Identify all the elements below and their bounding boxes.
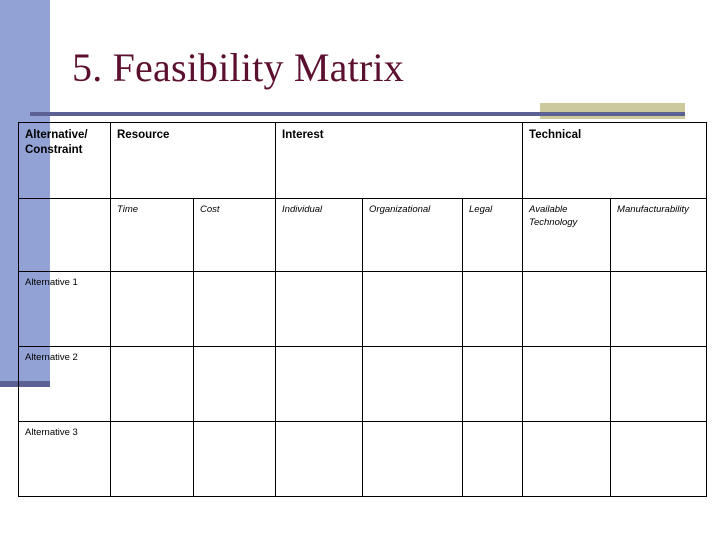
- cell-alt1-available-technology[interactable]: [522, 271, 612, 347]
- row-label-alternative-2: Alternative 2: [18, 346, 111, 422]
- group-header-alternative-constraint: Alternative/ Constraint: [18, 122, 111, 199]
- table-row: Alternative 2: [18, 346, 708, 422]
- sub-header-available-technology: Available Technology: [522, 198, 612, 272]
- cell-alt2-available-technology[interactable]: [522, 346, 612, 422]
- cell-alt3-individual[interactable]: [275, 421, 364, 497]
- sub-header-individual: Individual: [275, 198, 364, 272]
- sub-header-available-technology-line1: Available: [529, 204, 568, 215]
- group-header-resource: Resource: [109, 122, 277, 199]
- cell-alt2-legal[interactable]: [462, 346, 524, 422]
- group-header-line2: Constraint: [25, 143, 83, 156]
- sub-header-cost: Cost: [192, 198, 277, 272]
- decorative-title-rule: [30, 112, 685, 116]
- cell-alt3-time[interactable]: [110, 421, 194, 497]
- cell-alt1-cost[interactable]: [192, 271, 277, 347]
- feasibility-matrix-table: Alternative/ Constraint Resource Interes…: [18, 122, 708, 497]
- cell-alt1-manufacturability[interactable]: [610, 271, 708, 347]
- cell-alt2-time[interactable]: [110, 346, 194, 422]
- sub-header-blank: [18, 198, 111, 272]
- cell-alt2-manufacturability[interactable]: [610, 346, 708, 422]
- sub-header-manufacturability: Manufacturability: [610, 198, 708, 272]
- sub-header-organizational: Organizational: [362, 198, 464, 272]
- cell-alt1-time[interactable]: [110, 271, 194, 347]
- table-row: Alternative 1: [18, 271, 708, 347]
- row-label-alternative-1: Alternative 1: [18, 271, 111, 347]
- cell-alt1-individual[interactable]: [275, 271, 364, 347]
- row-label-alternative-3: Alternative 3: [18, 421, 111, 497]
- cell-alt3-available-technology[interactable]: [522, 421, 612, 497]
- cell-alt3-legal[interactable]: [462, 421, 524, 497]
- cell-alt3-organizational[interactable]: [362, 421, 464, 497]
- cell-alt1-organizational[interactable]: [362, 271, 464, 347]
- table-row: Alternative 3: [18, 421, 708, 497]
- cell-alt2-cost[interactable]: [192, 346, 277, 422]
- cell-alt2-organizational[interactable]: [362, 346, 464, 422]
- table-group-header-row: Alternative/ Constraint Resource Interes…: [18, 122, 708, 199]
- sub-header-time: Time: [110, 198, 194, 272]
- group-header-line1: Alternative/: [25, 129, 88, 141]
- cell-alt2-individual[interactable]: [275, 346, 364, 422]
- sub-header-available-technology-line2: Technology: [529, 216, 578, 228]
- group-header-interest: Interest: [275, 122, 524, 199]
- cell-alt3-cost[interactable]: [192, 421, 277, 497]
- decorative-khaki-block: [540, 103, 685, 119]
- page-title: 5. Feasibility Matrix: [72, 45, 404, 90]
- slide-canvas: 5. Feasibility Matrix Alternative/ Const…: [0, 0, 720, 540]
- group-header-technical: Technical: [522, 122, 708, 199]
- table-sub-header-row: Time Cost Individual Organizational Lega…: [18, 198, 708, 272]
- cell-alt1-legal[interactable]: [462, 271, 524, 347]
- cell-alt3-manufacturability[interactable]: [610, 421, 708, 497]
- sub-header-legal: Legal: [462, 198, 524, 272]
